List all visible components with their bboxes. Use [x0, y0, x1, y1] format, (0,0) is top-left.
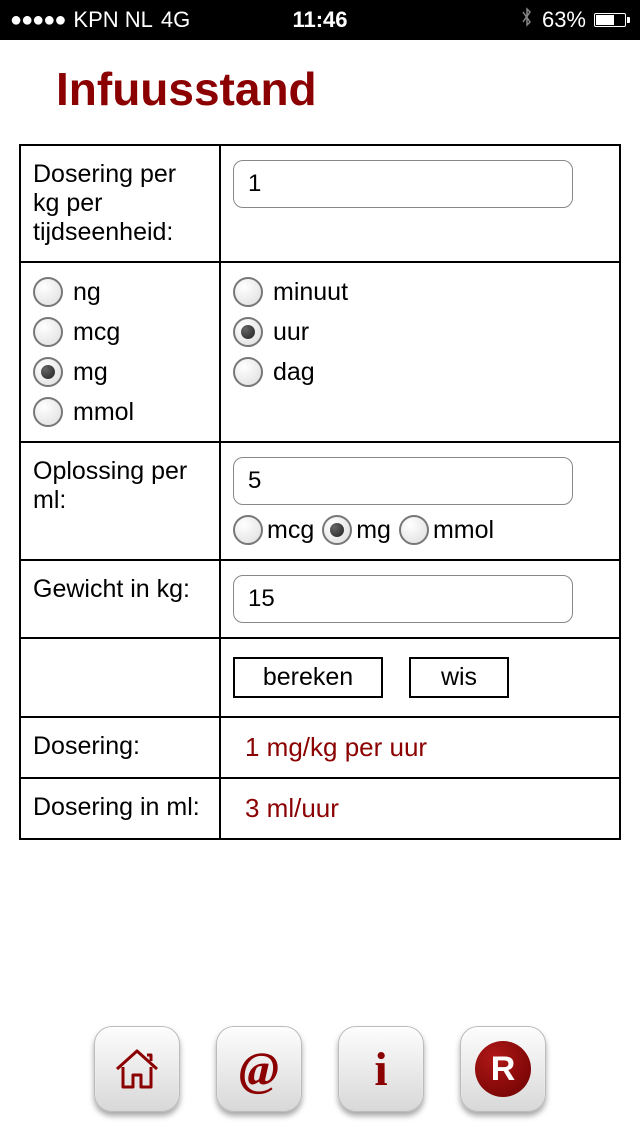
nav-info-button[interactable]: i	[338, 1026, 424, 1112]
oplossing-input[interactable]	[233, 457, 573, 505]
radio-mmol[interactable]: mmol	[33, 397, 207, 427]
radio-uur[interactable]: uur	[233, 317, 607, 347]
radio-dag[interactable]: dag	[233, 357, 607, 387]
info-icon: i	[374, 1042, 387, 1097]
clear-button[interactable]: wis	[409, 657, 509, 698]
time-unit-group: minuut uur dag	[233, 277, 607, 387]
radio-sol-mcg[interactable]: mcg	[233, 515, 314, 545]
calculate-button[interactable]: bereken	[233, 657, 383, 698]
network-label: 4G	[161, 7, 190, 33]
dosering-input[interactable]	[233, 160, 573, 208]
carrier-label: KPN NL	[73, 7, 152, 33]
status-bar: ●●●●● KPN NL 4G 11:46 63%	[0, 0, 640, 40]
battery-pct: 63%	[542, 7, 586, 33]
nav-r-button[interactable]: R	[460, 1026, 546, 1112]
result-dosering-ml: 3 ml/uur	[233, 793, 607, 824]
home-icon	[111, 1043, 163, 1095]
battery-icon	[594, 13, 630, 27]
radio-mcg[interactable]: mcg	[33, 317, 207, 347]
nav-home-button[interactable]	[94, 1026, 180, 1112]
radio-sol-mmol[interactable]: mmol	[399, 515, 494, 545]
bluetooth-icon	[520, 6, 534, 34]
radio-ng[interactable]: ng	[33, 277, 207, 307]
clock: 11:46	[292, 7, 347, 33]
gewicht-input[interactable]	[233, 575, 573, 623]
label-gewicht: Gewicht in kg:	[20, 560, 220, 638]
radio-minuut[interactable]: minuut	[233, 277, 607, 307]
label-dosering-ml: Dosering in ml:	[20, 778, 220, 839]
nav-email-button[interactable]: @	[216, 1026, 302, 1112]
radio-sol-mg[interactable]: mg	[322, 515, 391, 545]
page-title: Infuusstand	[0, 40, 640, 136]
bottom-nav: @ i R	[0, 1026, 640, 1112]
r-circle-icon: R	[475, 1041, 531, 1097]
mass-unit-group: ng mcg mg mmol	[33, 277, 207, 427]
result-dosering: 1 mg/kg per uur	[233, 732, 607, 763]
label-oplossing: Oplossing per ml:	[20, 442, 220, 560]
label-dosering-per-kg: Dosering per kg per tijdseenheid:	[20, 145, 220, 262]
signal-dots-icon: ●●●●●	[10, 9, 65, 32]
form-table: Dosering per kg per tijdseenheid: ng mcg…	[19, 144, 621, 840]
solution-unit-group: mcg mg mmol	[233, 515, 607, 545]
label-dosering: Dosering:	[20, 717, 220, 778]
at-icon: @	[239, 1042, 279, 1097]
radio-mg[interactable]: mg	[33, 357, 207, 387]
